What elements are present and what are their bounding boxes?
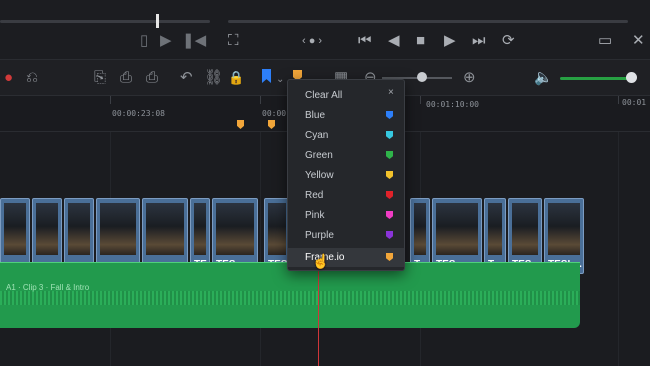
timecode-label: 00:01:10:00 bbox=[426, 100, 479, 109]
stop-icon[interactable]: ■ bbox=[416, 32, 425, 50]
flag-icon[interactable] bbox=[262, 69, 271, 83]
crop-icon[interactable]: ⛶ bbox=[228, 32, 239, 50]
viewer-transport-bar: ▯ ▶ ❚◀ ⛶ ‹ ● › ⏮ ◀ ■ ▶ ⏭ ⟳ ▭ ✕ bbox=[0, 0, 650, 60]
marker-option-purple[interactable]: Purple bbox=[288, 226, 404, 245]
blue-marker-icon bbox=[386, 111, 393, 119]
source-playhead-handle[interactable] bbox=[156, 14, 159, 28]
red-marker-icon bbox=[386, 191, 393, 199]
clip-navigation[interactable]: ‹ ● › bbox=[302, 32, 322, 50]
go-to-start-icon[interactable]: ⏮ bbox=[358, 32, 372, 50]
overwrite-clip-icon[interactable]: ⎙ bbox=[120, 69, 132, 87]
reverse-play-icon[interactable]: ◀ bbox=[388, 32, 400, 50]
audio-clip-name: A1 · Clip 3 · Fall & Intro bbox=[6, 283, 90, 292]
play-icon-small[interactable]: ▶ bbox=[160, 32, 172, 50]
timeline-scrub-bar[interactable] bbox=[228, 20, 628, 23]
volume-slider-knob[interactable] bbox=[626, 72, 637, 83]
snapping-icon[interactable]: ↶ bbox=[180, 69, 193, 87]
source-scrub-bar[interactable] bbox=[0, 20, 210, 23]
go-to-end-icon[interactable]: ⏭ bbox=[472, 32, 486, 50]
ripple-icon[interactable]: ⎌ bbox=[26, 69, 38, 87]
yellow-marker-icon bbox=[386, 171, 393, 179]
marker-option-frameio[interactable]: Frame.io bbox=[288, 248, 404, 267]
marker-option-yellow[interactable]: Yellow bbox=[288, 166, 404, 185]
purple-marker-icon bbox=[386, 231, 393, 239]
cyan-marker-icon bbox=[386, 131, 393, 139]
replace-clip-icon[interactable]: ⎙ bbox=[146, 69, 158, 87]
zoom-in-icon[interactable]: ⊕ bbox=[463, 69, 476, 87]
insert-clip-icon[interactable]: ⎘ bbox=[94, 69, 106, 87]
volume-icon[interactable]: 🔈 bbox=[534, 69, 553, 87]
fit-frame-icon[interactable]: ▯ bbox=[140, 32, 148, 50]
frameio-marker-icon bbox=[386, 253, 393, 261]
ruler-tick bbox=[420, 96, 421, 104]
marker-option-clear-all[interactable]: Clear All bbox=[288, 86, 404, 105]
flag-dropdown-chevron-icon[interactable]: ⌄ bbox=[276, 71, 284, 89]
green-marker-icon bbox=[386, 151, 393, 159]
volume-slider-track[interactable] bbox=[560, 77, 632, 80]
marker-option-cyan[interactable]: Cyan bbox=[288, 126, 404, 145]
play-icon[interactable]: ▶ bbox=[444, 32, 456, 50]
marker-option-pink[interactable]: Pink bbox=[288, 206, 404, 225]
marker-option-blue[interactable]: Blue bbox=[288, 106, 404, 125]
record-dot-icon[interactable]: ● bbox=[4, 69, 13, 87]
timecode-label: 00:01 bbox=[622, 98, 647, 107]
timecode-label: 00:00:23:08 bbox=[112, 109, 165, 118]
ruler-tick bbox=[618, 96, 619, 104]
marker-option-green[interactable]: Green bbox=[288, 146, 404, 165]
hand-cursor-icon: ☝ bbox=[312, 253, 330, 269]
loop-icon[interactable]: ⟳ bbox=[502, 32, 515, 50]
audio-waveform bbox=[0, 291, 580, 305]
audio-clip[interactable]: A1 · Clip 3 · Fall & Intro bbox=[0, 262, 580, 328]
viewer-mode-icon[interactable]: ▭ bbox=[598, 32, 612, 50]
ruler-tick bbox=[110, 96, 111, 104]
marker-option-red[interactable]: Red bbox=[288, 186, 404, 205]
close-viewer-icon[interactable]: ✕ bbox=[632, 32, 645, 50]
zoom-slider-knob[interactable] bbox=[417, 72, 427, 82]
grid-line bbox=[618, 132, 619, 366]
ruler-tick bbox=[260, 96, 261, 104]
position-lock-icon[interactable]: 🔒 bbox=[228, 69, 244, 87]
pink-marker-icon bbox=[386, 211, 393, 219]
linked-selection-icon[interactable]: ⛓ bbox=[204, 69, 223, 87]
marker-color-dropdown: × Clear All Blue Cyan Green Yellow Red P… bbox=[287, 79, 405, 271]
skip-end-icon-small[interactable]: ❚◀ bbox=[182, 32, 206, 50]
